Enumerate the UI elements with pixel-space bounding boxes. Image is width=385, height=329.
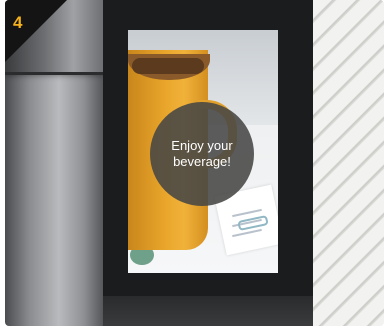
panel-seam	[5, 72, 103, 75]
bezel-bottom	[103, 296, 313, 326]
completion-message-text: Enjoy your beverage!	[171, 138, 233, 169]
step-number: 4	[13, 13, 23, 32]
completion-message: Enjoy your beverage!	[150, 102, 254, 206]
ribbed-side-panel	[313, 0, 384, 326]
